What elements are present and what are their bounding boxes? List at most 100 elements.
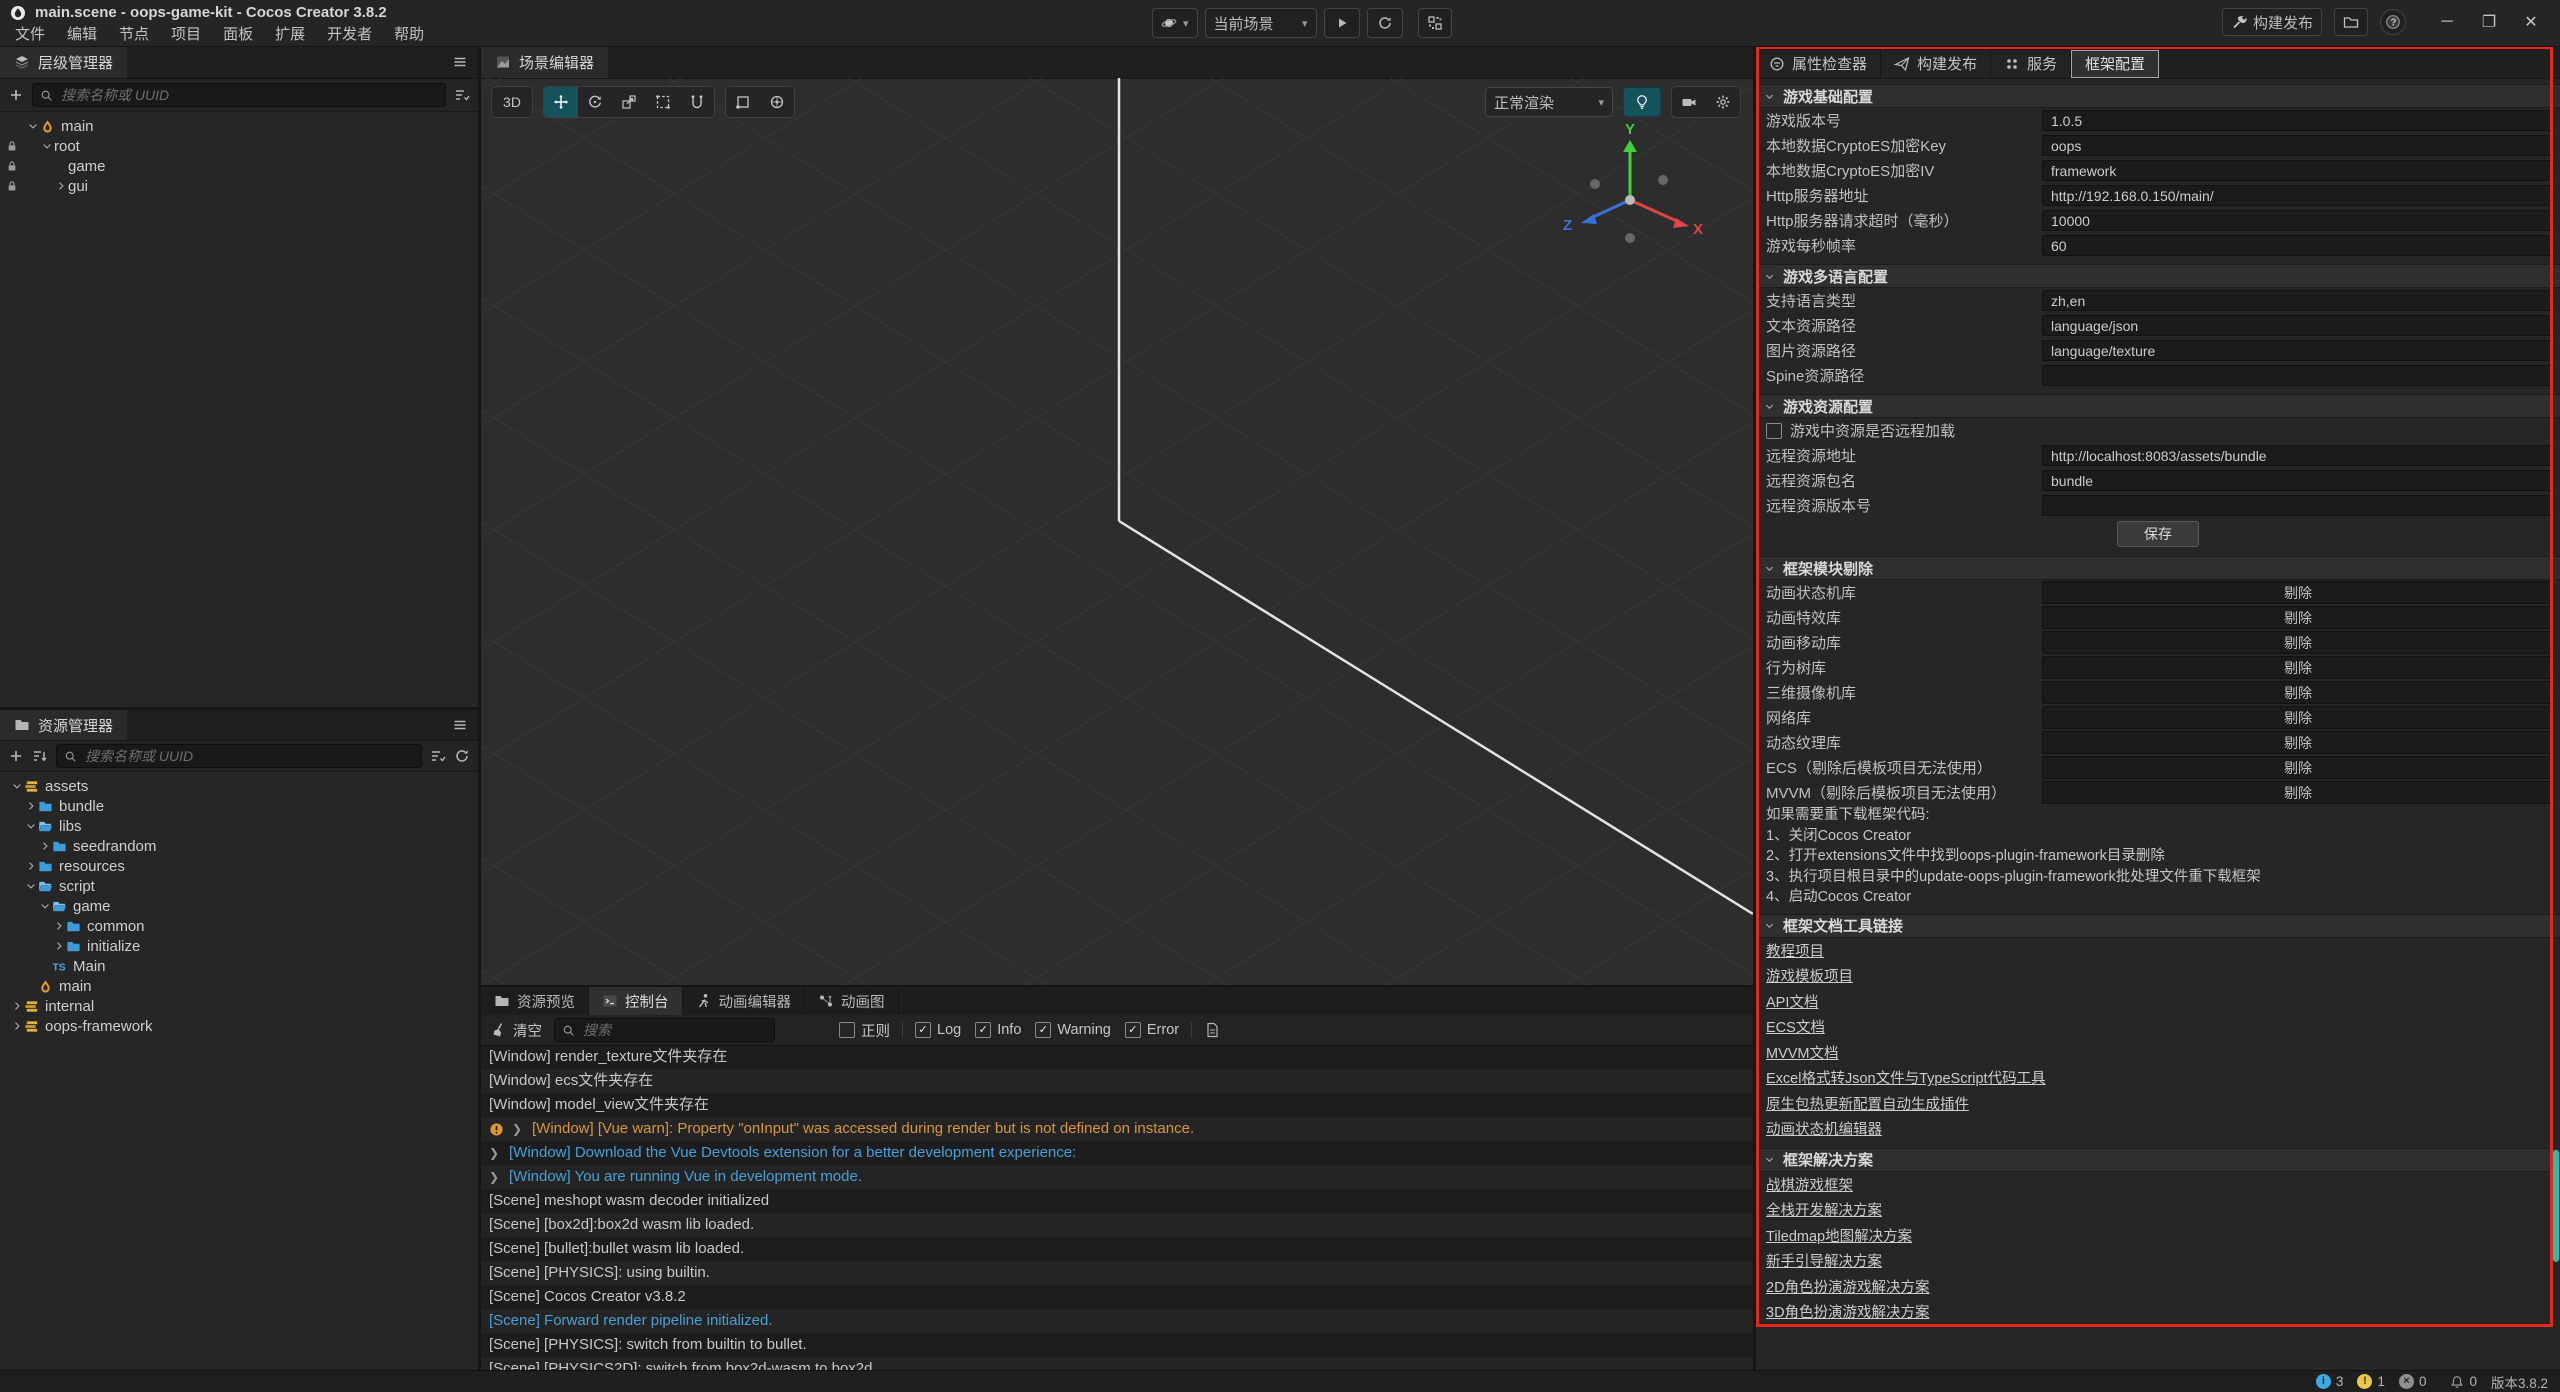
panel-menu-icon[interactable] [452, 717, 468, 733]
scene-select[interactable]: 当前场景 ▾ [1205, 8, 1317, 38]
caret-closed-icon[interactable] [38, 840, 52, 852]
open-project-folder-button[interactable] [2334, 8, 2368, 36]
notification-count[interactable]: 0 [2450, 1374, 2477, 1389]
section-header[interactable]: 游戏多语言配置 [1756, 264, 2560, 288]
tree-node[interactable]: bundle [0, 796, 478, 816]
inspector-tab-active[interactable]: 框架配置 [2071, 50, 2159, 78]
maximize-button[interactable]: ❐ [2474, 12, 2504, 32]
config-input[interactable] [2042, 315, 2554, 336]
remove-module-button[interactable]: 剔除 [2042, 581, 2554, 604]
caret-closed-icon[interactable] [10, 1020, 24, 1032]
tree-node[interactable]: TSMain [0, 956, 478, 976]
close-button[interactable]: ✕ [2516, 12, 2546, 32]
console-searchbox[interactable] [554, 1018, 775, 1042]
caret-open-icon[interactable] [10, 780, 24, 792]
camera-button[interactable] [1672, 87, 1706, 117]
assets-searchbox[interactable] [56, 744, 422, 768]
section-header[interactable]: 框架模块剔除 [1756, 556, 2560, 580]
remove-module-button[interactable]: 剔除 [2042, 706, 2554, 729]
doc-link[interactable]: 动画状态机编辑器 [1756, 1116, 2560, 1142]
tree-node[interactable]: game [0, 896, 478, 916]
tree-node[interactable]: resources [0, 856, 478, 876]
remove-module-button[interactable]: 剔除 [2042, 731, 2554, 754]
caret-closed-icon[interactable] [24, 800, 38, 812]
sort-icon[interactable] [32, 748, 48, 764]
filter-list-icon[interactable] [454, 87, 470, 103]
rect-tool-button[interactable] [646, 87, 680, 117]
config-input[interactable] [2042, 340, 2554, 361]
remove-module-button[interactable]: 剔除 [2042, 631, 2554, 654]
doc-link[interactable]: Excel格式转Json文件与TypeScript代码工具 [1756, 1065, 2560, 1091]
expand-icon[interactable]: ❯ [512, 1117, 524, 1141]
config-input[interactable] [2042, 445, 2554, 466]
section-header[interactable]: 框架文档工具链接 [1756, 914, 2560, 938]
remote-load-checkbox-row[interactable]: 游戏中资源是否远程加载 [1756, 418, 2560, 443]
tree-node[interactable]: oops-framework [0, 1016, 478, 1036]
menu-item[interactable]: 项目 [160, 24, 212, 46]
tree-node[interactable]: internal [0, 996, 478, 1016]
log-row[interactable]: [Window] ecs文件夹存在 [481, 1069, 1753, 1093]
tree-node[interactable]: seedrandom [0, 836, 478, 856]
doc-link[interactable]: ECS文档 [1756, 1014, 2560, 1040]
warning-count[interactable]: ! 1 [2357, 1374, 2385, 1389]
hierarchy-tab[interactable]: 层级管理器 [0, 46, 127, 78]
config-input[interactable] [2042, 290, 2554, 311]
doc-link[interactable]: MVVM文档 [1756, 1040, 2560, 1066]
log-detail-icon[interactable] [1204, 1022, 1220, 1038]
tree-node[interactable]: script [0, 876, 478, 896]
console-tab-active[interactable]: 控制台 [589, 987, 683, 1015]
caret-open-icon[interactable] [38, 900, 52, 912]
coordinate-button[interactable] [760, 87, 794, 117]
menu-item[interactable]: 文件 [4, 24, 56, 46]
menu-item[interactable]: 扩展 [264, 24, 316, 46]
solution-link[interactable]: 全栈开发解决方案 [1756, 1197, 2560, 1223]
solution-link[interactable]: 战棋游戏框架 [1756, 1172, 2560, 1198]
scene-viewport[interactable]: 3D 正常渲染 ▾ [481, 78, 1753, 985]
filter-info-checkbox[interactable]: ✓Info [975, 1022, 1021, 1038]
minimize-button[interactable]: ─ [2432, 13, 2462, 31]
info-count[interactable]: i 3 [2316, 1374, 2344, 1389]
assets-tab[interactable]: 资源管理器 [0, 710, 127, 740]
caret-closed-icon[interactable] [24, 860, 38, 872]
caret-open-icon[interactable] [40, 140, 54, 152]
log-row[interactable]: [Scene] [PHYSICS2D]: switch from box2d-w… [481, 1357, 1753, 1370]
pivot-button[interactable] [726, 87, 760, 117]
menu-item[interactable]: 编辑 [56, 24, 108, 46]
solution-link[interactable]: 新手引导解决方案 [1756, 1248, 2560, 1274]
doc-link[interactable]: API文档 [1756, 989, 2560, 1015]
remove-module-button[interactable]: 剔除 [2042, 781, 2554, 804]
log-row[interactable]: [Scene] [bullet]:bullet wasm lib loaded. [481, 1237, 1753, 1261]
caret-open-icon[interactable] [26, 120, 40, 132]
log-row[interactable]: ❯[Window] Download the Vue Devtools exte… [481, 1141, 1753, 1165]
tree-node[interactable]: common [0, 916, 478, 936]
section-header[interactable]: 游戏基础配置 [1756, 84, 2560, 108]
tree-node[interactable]: main [0, 116, 478, 136]
platform-select[interactable]: ▾ [1152, 8, 1198, 38]
caret-closed-icon[interactable] [52, 940, 66, 952]
scene-gear-button[interactable] [1706, 87, 1740, 117]
log-row[interactable]: [Window] render_texture文件夹存在 [481, 1045, 1753, 1069]
caret-open-icon[interactable] [24, 880, 38, 892]
caret-open-icon[interactable] [24, 820, 38, 832]
expand-icon[interactable]: ❯ [489, 1141, 501, 1165]
filter-error-checkbox[interactable]: ✓Error [1125, 1022, 1179, 1038]
filter-warning-checkbox[interactable]: ✓Warning [1035, 1022, 1110, 1038]
config-input[interactable] [2042, 135, 2554, 156]
tree-node[interactable]: game [0, 156, 478, 176]
tree-node[interactable]: assets [0, 776, 478, 796]
lighting-toggle-button[interactable] [1623, 87, 1661, 117]
refresh-icon[interactable] [454, 748, 470, 764]
console-tab-item[interactable]: 动画图 [805, 987, 899, 1015]
render-mode-select[interactable]: 正常渲染 ▾ [1485, 87, 1613, 117]
remove-module-button[interactable]: 剔除 [2042, 681, 2554, 704]
move-tool-button[interactable] [544, 87, 578, 117]
add-node-icon[interactable] [8, 87, 24, 103]
log-row[interactable]: [Window] model_view文件夹存在 [481, 1093, 1753, 1117]
menu-item[interactable]: 面板 [212, 24, 264, 46]
scale-tool-button[interactable] [612, 87, 646, 117]
tree-node[interactable]: gui [0, 176, 478, 196]
expand-icon[interactable]: ❯ [489, 1165, 501, 1189]
hierarchy-search-input[interactable] [59, 86, 438, 104]
config-input[interactable] [2042, 210, 2554, 231]
doc-link[interactable]: 教程项目 [1756, 938, 2560, 964]
